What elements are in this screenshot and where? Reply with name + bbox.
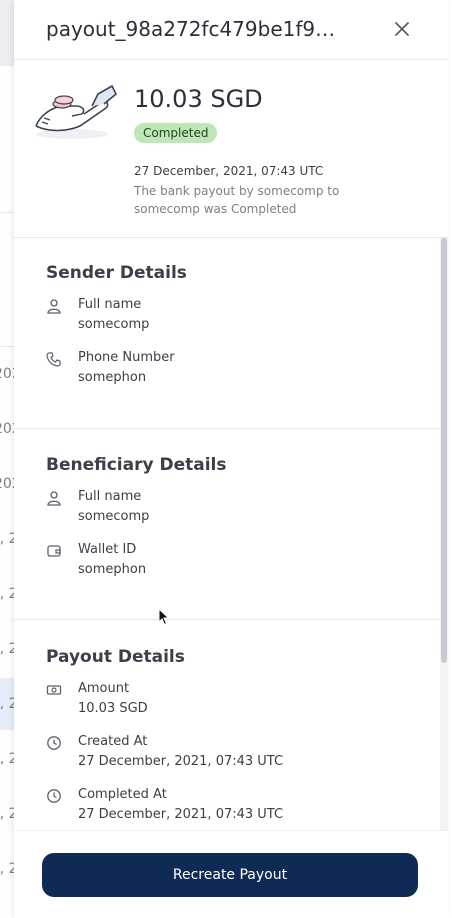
detail-row: Amount 10.03 SGD (46, 681, 416, 716)
detail-value: somecomp (78, 317, 150, 332)
background-row-fragment: r, 2 (0, 696, 14, 712)
drawer-header: payout_98a272fc479be1f96... (14, 0, 448, 60)
background-row-fragment: 202 (0, 366, 14, 382)
phone-icon (46, 351, 62, 367)
detail-row: Completed At 27 December, 2021, 07:43 UT… (46, 787, 416, 822)
status-badge: Completed (134, 123, 218, 143)
payout-description: The bank payout by somecomp to somecomp … (134, 184, 340, 216)
detail-label: Amount (78, 681, 130, 696)
payout-summary: 10.03 SGD Completed 27 December, 2021, 0… (14, 60, 448, 238)
payout-timestamp: 27 December, 2021, 07:43 UTC (134, 164, 324, 178)
drawer-footer: Recreate Payout (14, 830, 448, 918)
background-divider (0, 346, 14, 347)
background-page: 202 202 202 r, 2 r, 2 r, 2 r, 2 r, 2 r, … (0, 0, 14, 917)
background-row-fragment: r, 2 (0, 641, 14, 657)
detail-label: Phone Number (78, 350, 175, 365)
section-heading: Sender Details (46, 263, 187, 283)
detail-row: Wallet ID somephon (46, 542, 416, 577)
clock-icon (46, 735, 62, 751)
drawer-title: payout_98a272fc479be1f96... (46, 17, 346, 41)
sender-details-section: Sender Details Full name somecomp Phone … (14, 263, 448, 385)
detail-value: 10.03 SGD (78, 701, 148, 716)
detail-value: somecomp (78, 509, 150, 524)
detail-label: Completed At (78, 787, 167, 802)
detail-value: somephon (78, 370, 147, 385)
hand-coins-illustration (32, 80, 118, 144)
background-row-fragment: r, 2 (0, 861, 14, 877)
detail-value: 27 December, 2021, 07:43 UTC (78, 807, 284, 822)
background-header-band (0, 0, 14, 66)
person-icon (46, 298, 62, 314)
background-row-fragment: r, 2 (0, 751, 14, 767)
detail-row: Created At 27 December, 2021, 07:43 UTC (46, 734, 416, 769)
wallet-icon (46, 543, 62, 559)
detail-value: somephon (78, 562, 147, 577)
detail-label: Wallet ID (78, 542, 137, 557)
detail-label: Full name (78, 297, 142, 312)
section-divider (14, 428, 440, 429)
clock-icon (46, 788, 62, 804)
details-scroll-area[interactable]: Sender Details Full name somecomp Phone … (14, 238, 448, 830)
payout-details-drawer: payout_98a272fc479be1f96... 10.03 SGD Co… (14, 0, 448, 918)
background-row-fragment: 202 (0, 421, 14, 437)
detail-label: Full name (78, 489, 142, 504)
detail-label: Created At (78, 734, 148, 749)
background-row-fragment: r, 2 (0, 806, 14, 822)
payout-amount: 10.03 SGD (134, 85, 263, 113)
detail-row: Full name somecomp (46, 489, 416, 524)
section-divider (14, 619, 440, 620)
detail-row: Full name somecomp (46, 297, 416, 332)
payout-details-section: Payout Details Amount 10.03 SGD Created … (14, 647, 448, 822)
background-row-fragment: r, 2 (0, 531, 14, 547)
scrollbar-thumb[interactable] (441, 238, 447, 663)
close-icon[interactable] (392, 19, 412, 39)
section-heading: Beneficiary Details (46, 455, 227, 475)
section-heading: Payout Details (46, 647, 185, 667)
detail-row: Phone Number somephon (46, 350, 416, 385)
recreate-payout-button[interactable]: Recreate Payout (42, 853, 418, 897)
beneficiary-details-section: Beneficiary Details Full name somecomp W… (14, 455, 448, 577)
cash-icon (46, 682, 62, 698)
mouse-cursor-icon (158, 607, 170, 626)
background-row-fragment: r, 2 (0, 586, 14, 602)
person-icon (46, 490, 62, 506)
background-divider (0, 212, 14, 213)
background-row-fragment: 202 (0, 476, 14, 492)
detail-value: 27 December, 2021, 07:43 UTC (78, 754, 284, 769)
